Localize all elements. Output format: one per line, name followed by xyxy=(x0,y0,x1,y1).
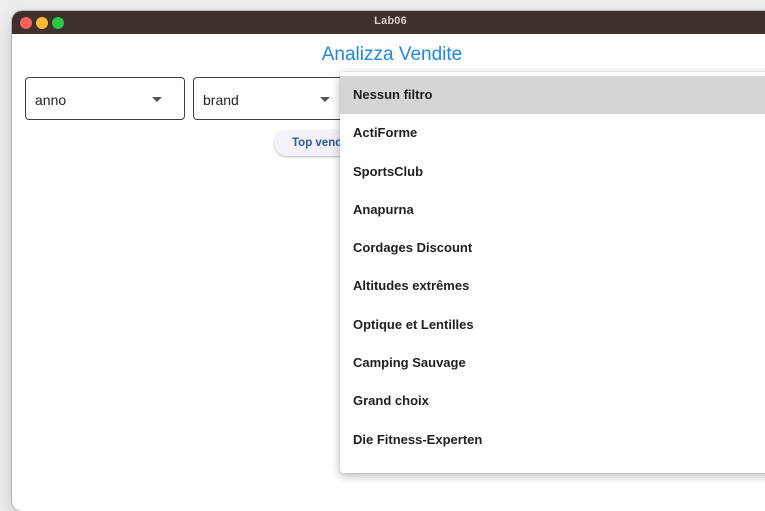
brand-dropdown-menu: Nessun filtro ActiForme SportsClub Anapu… xyxy=(340,72,765,473)
menu-item-anapurna[interactable]: Anapurna xyxy=(340,191,765,229)
brand-select[interactable]: brand xyxy=(193,77,353,120)
menu-item-camping-sauvage[interactable]: Camping Sauvage xyxy=(340,344,765,382)
chevron-down-icon xyxy=(152,97,162,102)
menu-item-nessun-filtro[interactable]: Nessun filtro xyxy=(340,76,765,115)
menu-item-die-fitness-experten[interactable]: Die Fitness-Experten xyxy=(340,421,765,459)
page-title: Analizza Vendite xyxy=(321,44,463,65)
anno-select[interactable]: anno xyxy=(25,77,185,120)
menu-item-altitudes-extremes[interactable]: Altitudes extrêmes xyxy=(340,267,765,305)
chevron-down-icon xyxy=(320,97,330,102)
brand-select-value: brand xyxy=(203,92,239,108)
window-titlebar[interactable]: Lab06 xyxy=(12,11,765,34)
anno-select-value: anno xyxy=(35,92,67,108)
menu-item-actiforme[interactable]: ActiForme xyxy=(340,114,765,152)
menu-item-cordages-discount[interactable]: Cordages Discount xyxy=(340,229,765,267)
menu-item-optique-et-lentilles[interactable]: Optique et Lentilles xyxy=(340,306,765,344)
app-window: Lab06 Analizza Vendite anno brand Top ve… xyxy=(12,11,765,511)
window-title: Lab06 xyxy=(374,15,407,27)
menu-item-grand-choix[interactable]: Grand choix xyxy=(340,382,765,420)
menu-item-sportsclub[interactable]: SportsClub xyxy=(340,153,765,191)
